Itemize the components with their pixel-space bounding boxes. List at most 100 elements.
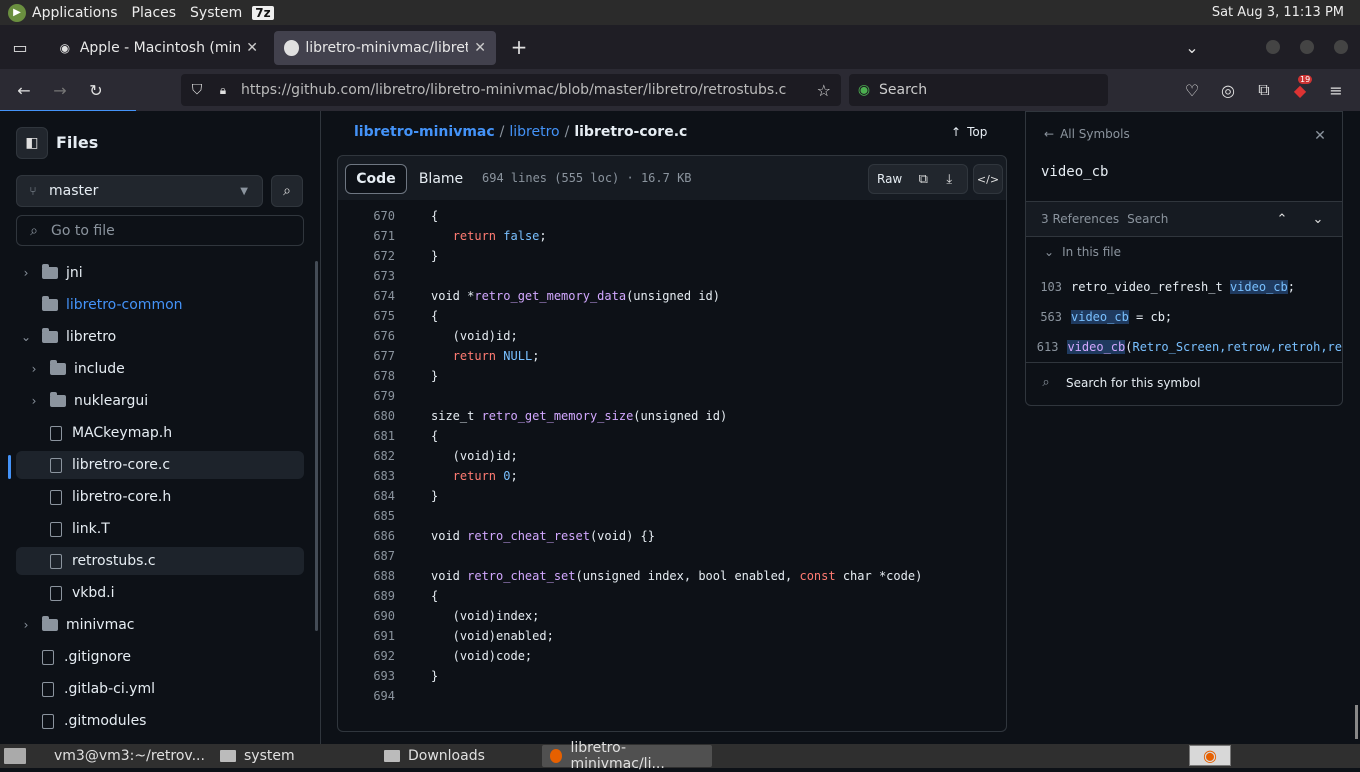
account-icon[interactable]: ◎ (1218, 81, 1238, 100)
close-tab-icon[interactable]: ✕ (474, 40, 486, 56)
download-icon[interactable]: ⤓ (936, 172, 962, 187)
tree-item[interactable]: .gitmodules (16, 707, 304, 735)
tab-blame[interactable]: Blame (410, 164, 472, 194)
go-to-file-input[interactable]: ⌕ Go to file (16, 215, 304, 246)
tab-overview-icon[interactable]: ▭ (0, 38, 40, 57)
gnome-foot-icon[interactable]: ▶ (8, 3, 26, 22)
close-icon[interactable]: ✕ (1312, 128, 1328, 144)
all-symbols-link[interactable]: ← All Symbols (1044, 127, 1130, 141)
taskbar-item[interactable]: Downloads (376, 745, 538, 767)
symbol-result[interactable]: 613 video_cb(Retro_Screen,retrow,retroh,r… (1026, 335, 1342, 359)
raw-button[interactable]: Raw (869, 172, 910, 186)
taskbar-item[interactable]: system (212, 745, 372, 767)
line-number[interactable]: 683 (338, 466, 395, 486)
lock-icon[interactable]: 🔒︎ (213, 83, 233, 98)
tree-item[interactable]: vkbd.i (16, 579, 304, 607)
back-icon[interactable]: ← (14, 81, 34, 100)
tab-macintosh[interactable]: ◉ Apple - Macintosh (minivmac) ✕ (46, 31, 268, 65)
close-tab-icon[interactable]: ✕ (246, 40, 258, 56)
tab-libretro-core[interactable]: libretro-minivmac/libretro/libretro-core… (274, 31, 496, 65)
show-desktop-icon[interactable] (4, 748, 26, 764)
taskbar-item[interactable]: libretro-minivmac/li... (542, 740, 712, 772)
tree-item[interactable]: .gitignore (16, 643, 304, 671)
line-number[interactable]: 694 (338, 686, 395, 706)
line-number[interactable]: 674 (338, 286, 395, 306)
menu-icon[interactable]: ≡ (1326, 81, 1346, 100)
list-all-tabs-icon[interactable]: ⌄ (1180, 38, 1204, 57)
chevron-right-icon[interactable]: › (18, 618, 34, 632)
line-number[interactable]: 671 (338, 226, 395, 246)
collapse-sidebar-button[interactable]: ◧ (16, 127, 48, 159)
places-menu[interactable]: Places (132, 5, 177, 21)
search-bar[interactable]: ◉ Search (849, 74, 1108, 106)
tree-item[interactable]: libretro-common (16, 291, 304, 319)
line-number[interactable]: 684 (338, 486, 395, 506)
line-number[interactable]: 675 (338, 306, 395, 326)
pocket-icon[interactable]: ♡ (1182, 81, 1202, 100)
7z-badge[interactable]: 7z (252, 5, 274, 20)
line-number[interactable]: 678 (338, 366, 395, 386)
symbols-panel-icon[interactable]: </> (973, 164, 1003, 194)
tree-item[interactable]: MACkeymap.h (16, 419, 304, 447)
reload-icon[interactable]: ↻ (86, 81, 106, 100)
tree-item[interactable]: › nukleargui (16, 387, 304, 415)
applications-menu[interactable]: Applications (32, 5, 118, 21)
tree-item[interactable]: › include (16, 355, 304, 383)
line-number[interactable]: 691 (338, 626, 395, 646)
line-number[interactable]: 690 (338, 606, 395, 626)
chevron-right-icon[interactable]: › (18, 266, 34, 280)
chevron-up-icon[interactable]: ⌃ (1272, 212, 1292, 227)
symbol-result[interactable]: 563 video_cb = cb; (1026, 305, 1342, 329)
line-number[interactable]: 693 (338, 666, 395, 686)
chevron-down-icon[interactable]: ⌄ (18, 330, 34, 344)
line-number[interactable]: 677 (338, 346, 395, 366)
line-number[interactable]: 682 (338, 446, 395, 466)
chevron-down-icon[interactable]: ⌄ (1308, 212, 1328, 227)
chevron-right-icon[interactable]: › (26, 362, 42, 376)
forward-icon[interactable]: → (50, 81, 70, 100)
line-number[interactable]: 686 (338, 526, 395, 546)
close-window-button[interactable] (1334, 40, 1348, 54)
firefox-tray-icon[interactable]: ◉ (1189, 745, 1231, 766)
line-number[interactable]: 687 (338, 546, 395, 566)
tree-item[interactable]: › jni (16, 259, 304, 287)
line-number[interactable]: 673 (338, 266, 395, 286)
url-text[interactable]: https://github.com/libretro/libretro-min… (241, 82, 801, 98)
search-symbol-link[interactable]: ⌕ Search for this symbol (1026, 362, 1342, 402)
chevron-right-icon[interactable]: › (26, 394, 42, 408)
in-this-file-toggle[interactable]: ⌄ In this file (1044, 245, 1121, 259)
line-number[interactable]: 692 (338, 646, 395, 666)
page-scrollbar[interactable] (1355, 705, 1358, 739)
tree-item[interactable]: › minivmac (16, 611, 304, 639)
copy-icon[interactable]: ⧉ (910, 172, 936, 187)
line-number[interactable]: 689 (338, 586, 395, 606)
system-menu[interactable]: System (190, 5, 242, 21)
line-number[interactable]: 685 (338, 506, 395, 526)
branch-select[interactable]: ⑂ master ▼ (16, 175, 263, 207)
top-button[interactable]: ↑ Top (951, 125, 987, 139)
line-number[interactable]: 679 (338, 386, 395, 406)
extensions-icon[interactable]: ⧉ (1254, 80, 1274, 100)
tree-item[interactable]: libretro-core.c (16, 451, 304, 479)
bookmark-star-icon[interactable]: ☆ (817, 81, 831, 100)
shield-icon[interactable]: ⛉ (181, 82, 213, 98)
search-tab[interactable]: Search (1127, 212, 1168, 226)
tree-item[interactable]: libretro-core.h (16, 483, 304, 511)
references-count[interactable]: 3 References (1041, 212, 1119, 226)
maximize-window-button[interactable] (1300, 40, 1314, 54)
line-number[interactable]: 681 (338, 426, 395, 446)
tree-item[interactable]: link.T (16, 515, 304, 543)
tab-code[interactable]: Code (345, 164, 407, 194)
sidebar-scrollbar[interactable] (315, 261, 318, 631)
breadcrumb-dir[interactable]: libretro (509, 124, 559, 140)
minimize-window-button[interactable] (1266, 40, 1280, 54)
tree-item[interactable]: retrostubs.c (16, 547, 304, 575)
url-bar[interactable]: ⛉ 🔒︎ https://github.com/libretro/libretr… (181, 74, 841, 106)
search-files-button[interactable]: ⌕ (271, 175, 303, 207)
line-number[interactable]: 688 (338, 566, 395, 586)
line-number[interactable]: 670 (338, 206, 395, 226)
tree-item[interactable]: .gitlab-ci.yml (16, 675, 304, 703)
symbol-result[interactable]: 103 retro_video_refresh_t video_cb; (1026, 275, 1342, 299)
line-number[interactable]: 672 (338, 246, 395, 266)
breadcrumb-repo[interactable]: libretro-minivmac (354, 124, 495, 140)
